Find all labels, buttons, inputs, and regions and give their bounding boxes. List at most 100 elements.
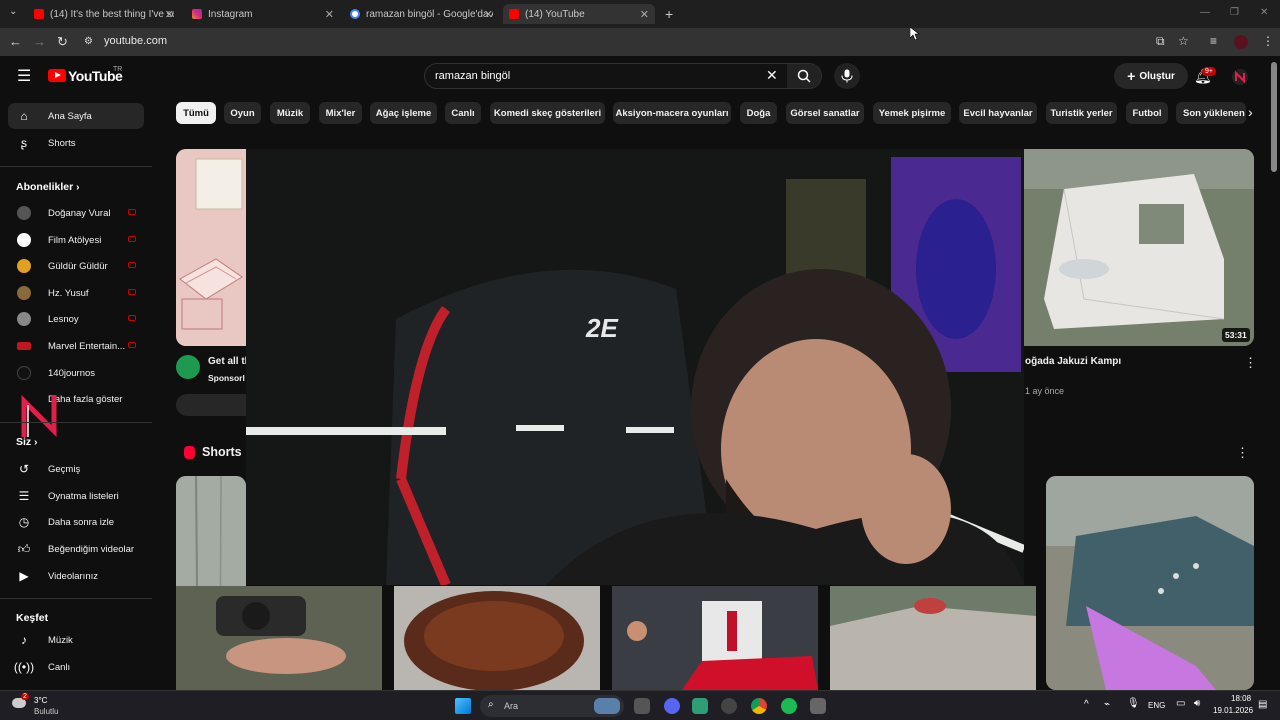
- window-close-icon[interactable]: ✕: [1260, 7, 1268, 18]
- sidebar-item-liked[interactable]: 👍︎ Beğendiğim videolar: [8, 536, 144, 562]
- reload-icon[interactable]: ↻: [57, 34, 68, 50]
- chevron-right-icon[interactable]: ›: [1248, 104, 1253, 120]
- sidebar-item-shorts[interactable]: ʂ Shorts: [8, 130, 144, 156]
- sidebar-item-history[interactable]: ↺ Geçmiş: [8, 456, 144, 482]
- short-thumbnail[interactable]: [1046, 476, 1254, 690]
- floating-video-overlay[interactable]: 2E: [246, 149, 1024, 585]
- close-icon[interactable]: ✕: [165, 8, 174, 21]
- chip[interactable]: Aksiyon-macera oyunları: [613, 102, 731, 124]
- sidebar-item-subscription[interactable]: Hz. Yusuf: [8, 280, 144, 306]
- ad-cta-button[interactable]: [176, 394, 246, 416]
- chip[interactable]: Evcil hayvanlar: [959, 102, 1037, 124]
- chip[interactable]: Komedi skeç gösterileri: [490, 102, 605, 124]
- task-view-icon[interactable]: [634, 698, 650, 714]
- chip[interactable]: Canlı: [445, 102, 481, 124]
- video-thumbnail[interactable]: [1024, 149, 1254, 346]
- chip-all[interactable]: Tümü: [176, 102, 216, 124]
- ad-title[interactable]: Get all th: [208, 356, 251, 367]
- forward-icon[interactable]: →: [33, 34, 46, 49]
- browser-tab-4[interactable]: (14) YouTube ✕: [503, 4, 655, 24]
- sidebar-item-subscription[interactable]: Güldür Güldür: [8, 253, 144, 279]
- search-input[interactable]: ramazan bingöl: [435, 70, 510, 82]
- app-icon[interactable]: [721, 698, 737, 714]
- address-bar[interactable]: youtube.com: [104, 35, 167, 47]
- chip[interactable]: Doğa: [740, 102, 777, 124]
- clear-search-icon[interactable]: ✕: [766, 67, 778, 84]
- video-title[interactable]: oğada Jakuzi Kampı: [1025, 356, 1121, 367]
- sidebar-item-live[interactable]: ((•)) Canlı: [8, 654, 144, 680]
- restore-icon[interactable]: ❐: [1230, 7, 1239, 18]
- chip[interactable]: Oyun: [224, 102, 261, 124]
- clock-time[interactable]: 18:08: [1231, 694, 1251, 703]
- language-indicator[interactable]: ENG: [1148, 701, 1165, 710]
- sidebar-item-playlists[interactable]: ☰ Oynatma listeleri: [8, 483, 144, 509]
- sidebar-item-subscription[interactable]: Film Atölyesi: [8, 227, 144, 253]
- chip[interactable]: Ağaç işleme: [370, 102, 437, 124]
- chip[interactable]: Turistik yerler: [1046, 102, 1117, 124]
- subscriptions-heading[interactable]: Abonelikler ›: [16, 181, 79, 193]
- tab-search-icon[interactable]: ⌄: [9, 6, 17, 17]
- clock-date[interactable]: 19.01.2026: [1213, 706, 1253, 715]
- windows-start-icon[interactable]: [455, 698, 471, 714]
- app-icon[interactable]: [810, 698, 826, 714]
- chip[interactable]: Yemek pişirme: [873, 102, 951, 124]
- chip[interactable]: Görsel sanatlar: [786, 102, 864, 124]
- sidebar-item-subscription[interactable]: Lesnoy: [8, 306, 144, 332]
- hamburger-menu-icon[interactable]: ☰: [17, 66, 31, 86]
- video-menu-icon[interactable]: ⋮: [1244, 355, 1257, 371]
- microphone-icon[interactable]: 🎙︎: [1127, 698, 1140, 709]
- browser-tab-3[interactable]: ramazan bingöl - Google'da Ar ✕: [350, 4, 493, 24]
- ad-channel-icon[interactable]: [176, 355, 200, 379]
- sidebar-item-your-videos[interactable]: ▶ Videolarınız: [8, 563, 144, 589]
- close-icon[interactable]: ✕: [640, 8, 649, 21]
- weather-widget[interactable]: 2 3°C Bulutlu: [12, 693, 82, 718]
- close-icon[interactable]: ✕: [484, 8, 493, 21]
- voice-search-button[interactable]: [834, 63, 860, 89]
- chip[interactable]: Müzik: [270, 102, 310, 124]
- search-box[interactable]: ramazan bingöl ✕: [424, 63, 822, 89]
- chip[interactable]: Mix'ler: [319, 102, 362, 124]
- sidebar-item-home[interactable]: ⌂ Ana Sayfa: [8, 103, 144, 129]
- account-avatar[interactable]: [1232, 69, 1248, 85]
- spotify-icon[interactable]: [781, 698, 797, 714]
- chrome-icon[interactable]: [751, 698, 767, 714]
- new-tab-icon[interactable]: +: [665, 6, 673, 22]
- network-icon[interactable]: ▭: [1176, 698, 1185, 709]
- youtube-logo-icon[interactable]: [48, 69, 66, 82]
- back-icon[interactable]: ←: [9, 34, 22, 49]
- sidebar-item-subscription[interactable]: Marvel Entertain...: [8, 333, 144, 359]
- tray-icon[interactable]: ⌁: [1104, 699, 1110, 710]
- chip[interactable]: Futbol: [1126, 102, 1168, 124]
- short-thumbnail[interactable]: [830, 586, 1036, 690]
- sidebar-item-subscription[interactable]: Doğanay Vural: [8, 200, 144, 226]
- profile-icon[interactable]: [1234, 35, 1248, 49]
- short-thumbnail[interactable]: [612, 586, 818, 690]
- sidebar-item-watch-later[interactable]: ◷ Daha sonra izle: [8, 509, 144, 535]
- chip[interactable]: Son yüklenen: [1176, 102, 1246, 124]
- search-button[interactable]: [787, 64, 821, 88]
- discord-icon[interactable]: [664, 698, 680, 714]
- sidebar-item-subscription[interactable]: 140journos: [8, 360, 144, 386]
- taskbar-search-box[interactable]: ⌕ Ara: [480, 695, 624, 717]
- page-scrollbar[interactable]: [1271, 62, 1277, 172]
- site-info-icon[interactable]: ⚙: [84, 36, 93, 47]
- install-icon[interactable]: ⧉: [1156, 34, 1165, 49]
- ad-thumbnail[interactable]: [176, 149, 246, 346]
- you-heading[interactable]: Siz ›: [16, 436, 37, 448]
- shorts-menu-icon[interactable]: ⋮: [1236, 445, 1249, 461]
- bookmark-star-icon[interactable]: ☆: [1178, 34, 1189, 48]
- tray-chevron-icon[interactable]: ^: [1084, 699, 1089, 710]
- volume-icon[interactable]: 🔊︎: [1194, 698, 1200, 709]
- sidebar-item-music[interactable]: ♪ Müzik: [8, 627, 144, 653]
- short-thumbnail[interactable]: [176, 586, 382, 690]
- close-icon[interactable]: ✕: [325, 8, 334, 21]
- browser-tab-1[interactable]: (14) It's the best thing I've seen ✕: [34, 4, 174, 24]
- create-button[interactable]: + Oluştur: [1114, 63, 1188, 89]
- notification-center-icon[interactable]: ▤: [1258, 699, 1267, 710]
- browser-tab-2[interactable]: Instagram ✕: [192, 4, 334, 24]
- media-control-icon[interactable]: ≡: [1210, 34, 1217, 48]
- minimize-icon[interactable]: —: [1200, 7, 1210, 18]
- browser-menu-icon[interactable]: ⋮: [1262, 34, 1274, 48]
- short-thumbnail[interactable]: [394, 586, 600, 690]
- app-icon[interactable]: [692, 698, 708, 714]
